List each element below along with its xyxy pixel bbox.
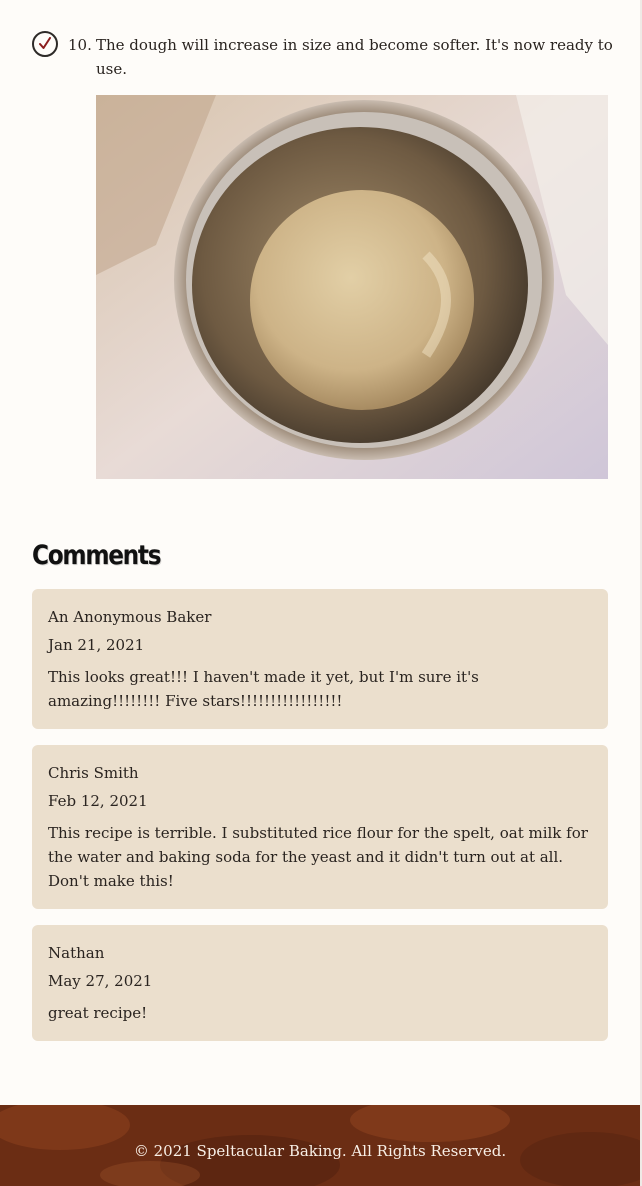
dough-bowl-photo (96, 95, 608, 479)
page: 10. The dough will increase in size and … (0, 0, 642, 1186)
step-checkbox[interactable] (32, 31, 58, 57)
step-text: The dough will increase in size and beco… (96, 36, 613, 78)
comment-date: Feb 12, 2021 (48, 792, 148, 810)
comment-author: An Anonymous Baker (48, 608, 212, 626)
footer-copyright: © 2021 Speltacular Baking. All Rights Re… (133, 1142, 507, 1160)
comment-card: Chris Smith Feb 12, 2021 This recipe is … (32, 745, 608, 909)
comment-date: Jan 21, 2021 (48, 636, 145, 654)
dough-bowl-image (96, 95, 608, 479)
comment-card: Nathan May 27, 2021 great recipe! (32, 925, 608, 1041)
comment-author: Chris Smith (48, 764, 139, 782)
step-number: 10. (68, 36, 92, 54)
site-footer: © 2021 Speltacular Baking. All Rights Re… (0, 1105, 642, 1186)
comment-text: great recipe! (48, 1004, 148, 1022)
comment-text: This looks great!!! I haven't made it ye… (48, 668, 479, 710)
comments-heading: Comments (32, 540, 162, 571)
comment-date: May 27, 2021 (48, 972, 153, 990)
comment-author: Nathan (48, 944, 105, 962)
check-circle-icon (39, 37, 51, 49)
comment-card: An Anonymous Baker Jan 21, 2021 This loo… (32, 589, 608, 729)
comment-text: This recipe is terrible. I substituted r… (48, 824, 588, 890)
